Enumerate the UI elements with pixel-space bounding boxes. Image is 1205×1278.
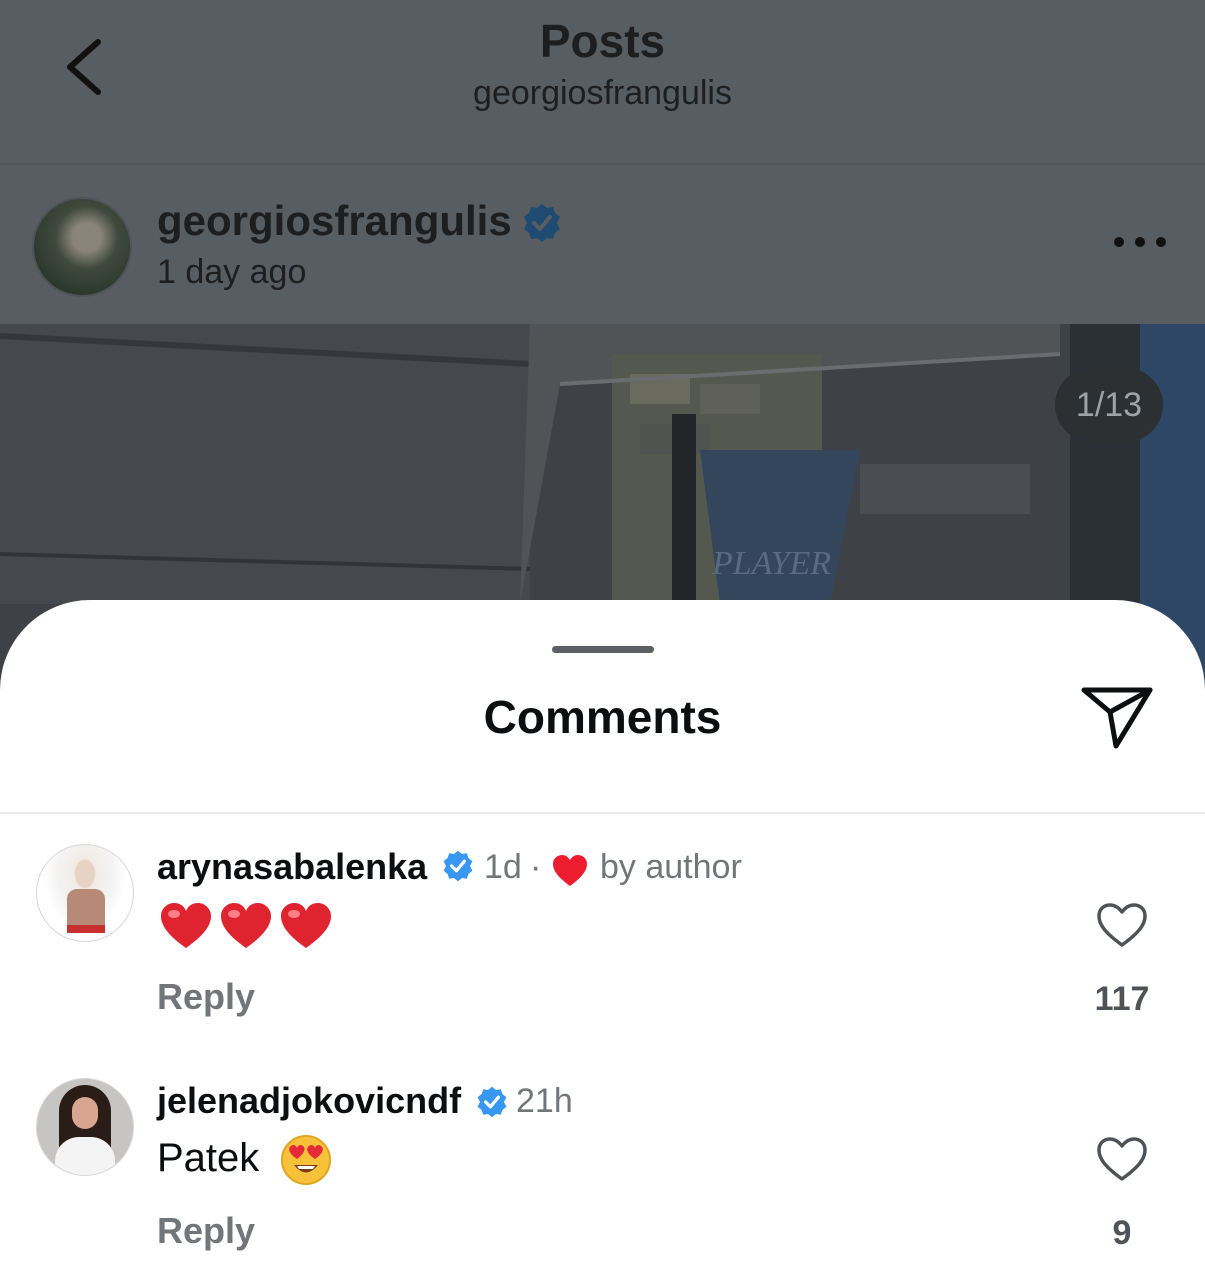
page-subtitle: georgiosfrangulis: [473, 74, 732, 112]
comment-time: 21h: [516, 1082, 573, 1120]
verified-badge-icon: [443, 850, 473, 882]
red-heart-emoji-icon: [221, 903, 271, 948]
like-count: 9: [1112, 1214, 1132, 1252]
post-timestamp: 1 day ago: [157, 253, 307, 291]
carousel-counter: 1/13: [1055, 368, 1163, 442]
comment-item: jelenadjokovicndf 21h Patek Reply 9: [0, 1078, 1205, 1278]
page-title: Posts: [539, 15, 666, 67]
post-header: georgiosfrangulis 1 day ago: [0, 165, 1205, 324]
player-sign-text: PLAYER: [711, 545, 831, 582]
reply-button[interactable]: Reply: [157, 1210, 255, 1252]
like-heart-icon[interactable]: [1096, 902, 1148, 948]
verified-badge-icon: [524, 204, 560, 242]
liked-by-author-heart-icon: [553, 855, 587, 886]
sheet-divider: [0, 812, 1205, 814]
red-heart-emoji-icon: [281, 903, 331, 948]
verified-badge-icon: [477, 1086, 507, 1118]
heart-eyes-emoji-icon: [281, 1135, 331, 1185]
post-author-username[interactable]: georgiosfrangulis: [157, 197, 512, 245]
commenter-username[interactable]: jelenadjokovicndf: [157, 1080, 461, 1122]
sheet-drag-handle[interactable]: [552, 646, 654, 653]
top-nav-bar: Posts georgiosfrangulis: [0, 0, 1205, 165]
post-author-avatar[interactable]: [32, 197, 132, 297]
comment-item: arynasabalenka 1d · by author Reply 117: [0, 844, 1205, 1044]
post-view-background: Posts georgiosfrangulis georgiosfranguli…: [0, 0, 1205, 704]
share-send-icon[interactable]: [1080, 684, 1154, 750]
commenter-avatar[interactable]: [36, 1078, 134, 1176]
reply-button[interactable]: Reply: [157, 976, 255, 1018]
more-options-icon[interactable]: [1112, 235, 1168, 249]
like-count: 117: [1094, 980, 1150, 1018]
commenter-username[interactable]: arynasabalenka: [157, 846, 427, 888]
commenter-avatar[interactable]: [36, 844, 134, 942]
red-heart-emoji-icon: [161, 903, 211, 948]
comment-time: 1d: [484, 848, 522, 886]
comment-text: Patek: [157, 1136, 260, 1180]
meta-separator: ·: [530, 848, 542, 886]
comments-title: Comments: [483, 691, 722, 743]
like-heart-icon[interactable]: [1096, 1136, 1148, 1182]
liked-by-author-label: by author: [600, 848, 742, 886]
